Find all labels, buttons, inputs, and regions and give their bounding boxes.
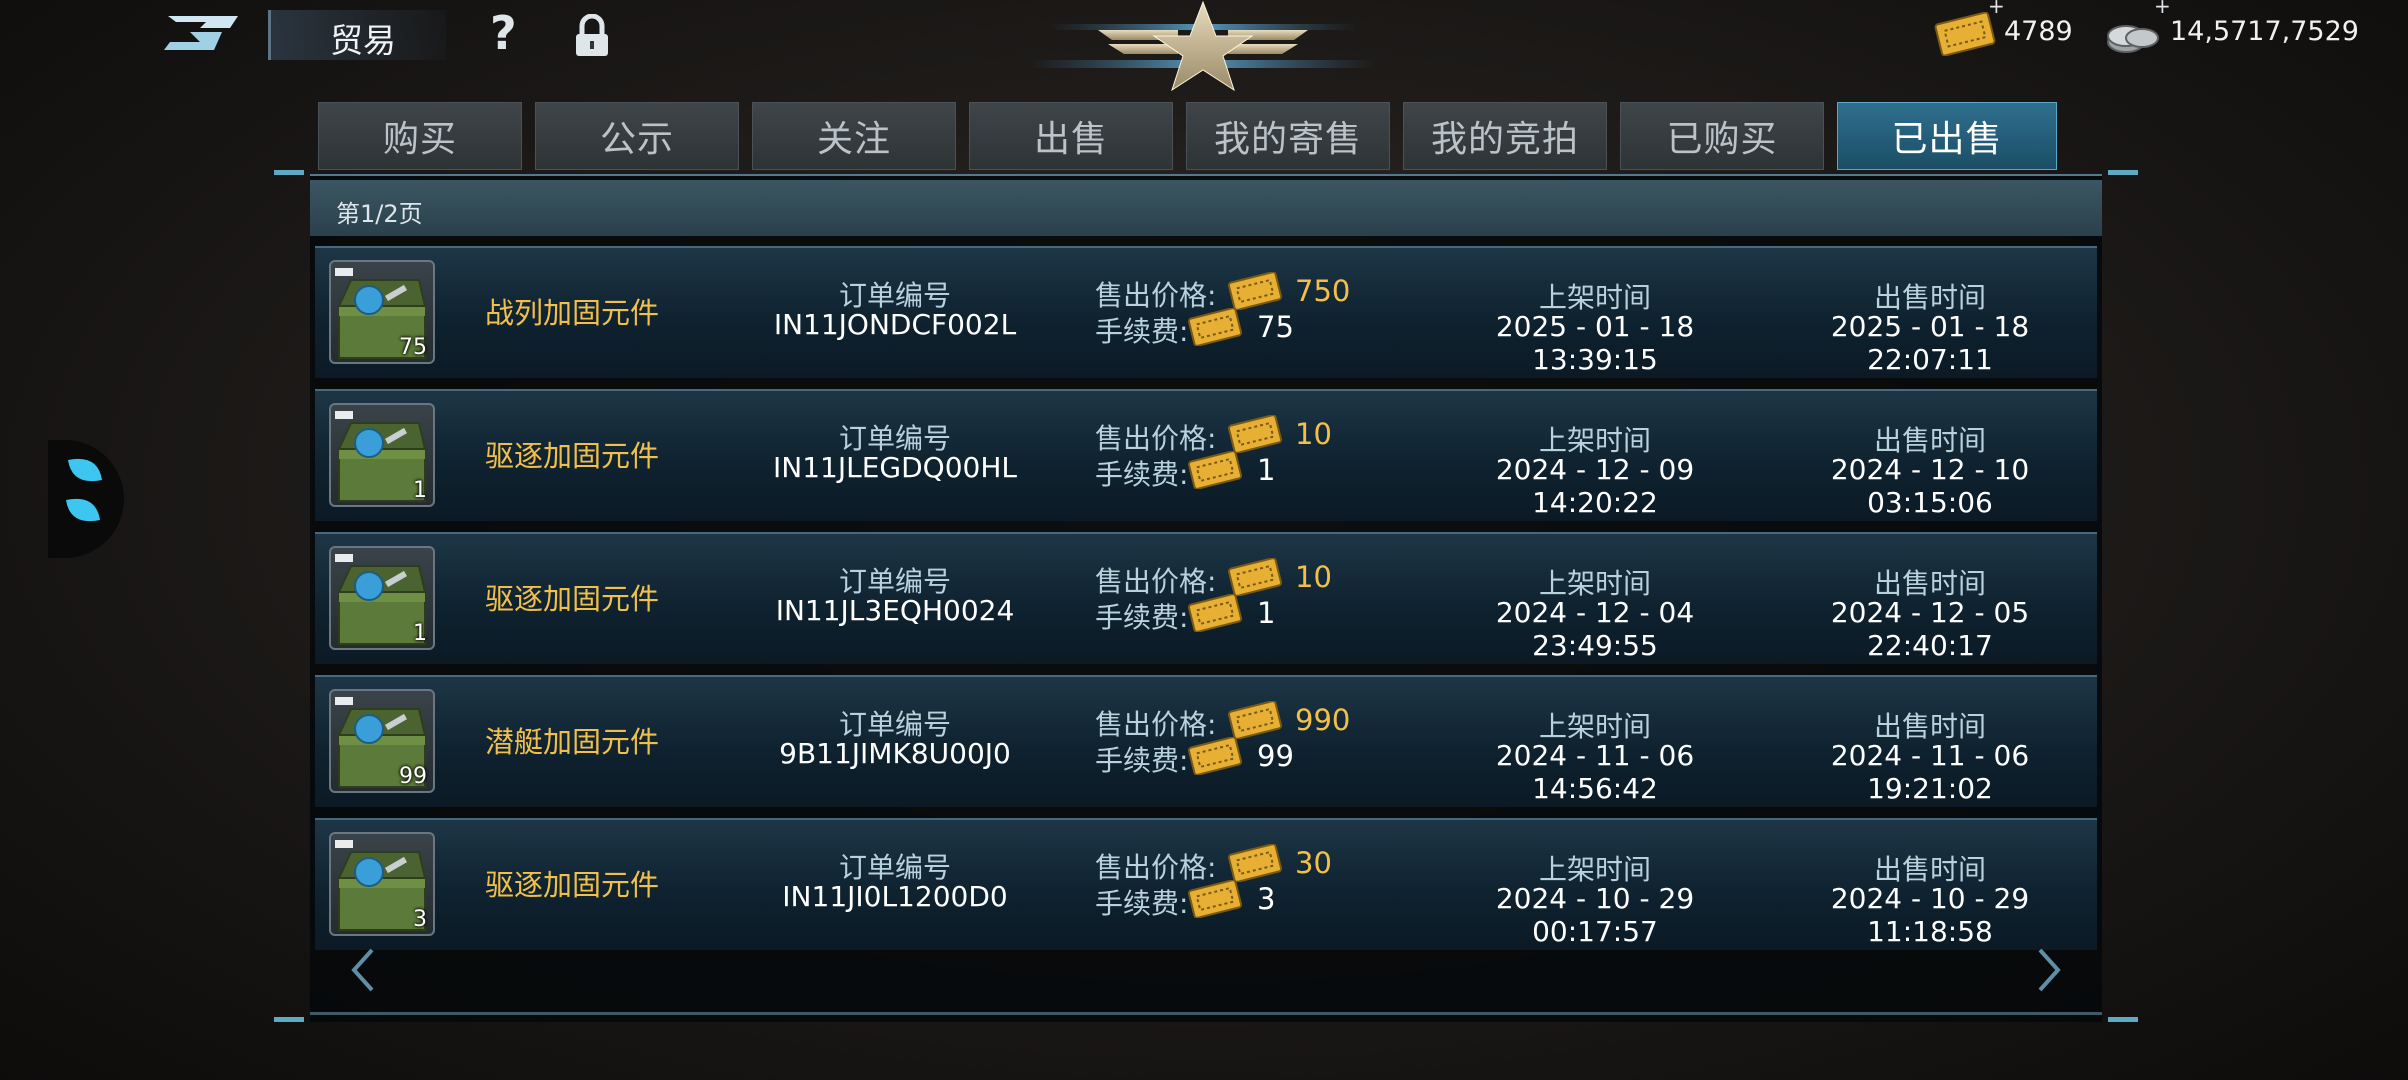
- ticket-icon: [1187, 880, 1243, 918]
- chevron-right-icon[interactable]: [2036, 946, 2062, 994]
- ticket-icon: [1227, 844, 1283, 882]
- item-thumbnail[interactable]: 99: [329, 689, 435, 793]
- listing-time: 2024 - 12 - 09 14:20:22: [1495, 453, 1695, 519]
- item-quantity: 1: [413, 478, 427, 503]
- tab-purchased[interactable]: 已购买: [1620, 102, 1824, 170]
- page-indicator: 第1/2页: [336, 200, 423, 228]
- sold-time: 2024 - 10 - 29 11:18:58: [1830, 882, 2030, 948]
- listing-time: 2024 - 11 - 06 14:56:42: [1495, 739, 1695, 805]
- sale-price: 10: [1295, 417, 1332, 451]
- ticket-icon: [1187, 451, 1243, 489]
- page-title: 贸易: [330, 21, 396, 60]
- sold-time: 2025 - 01 - 18 22:07:11: [1830, 310, 2030, 376]
- item-thumbnail[interactable]: 1: [329, 546, 435, 650]
- sale-price: 30: [1295, 846, 1332, 880]
- currency2-add-button[interactable]: +: [2154, 0, 2171, 18]
- question-icon[interactable]: ?: [490, 10, 517, 56]
- top-bar: 贸易 ? + 4789 + 14,5717,7529: [0, 0, 2408, 92]
- item-name: 驱逐加固元件: [485, 582, 660, 616]
- rank-emblem-icon: [1028, 0, 1378, 92]
- order-number: IN11JLEGDQ00HL: [773, 451, 1017, 484]
- order-number: IN11JL3EQH0024: [775, 594, 1015, 627]
- currency1-add-button[interactable]: +: [1988, 0, 2005, 18]
- silver-coins-icon: [2107, 25, 2159, 53]
- item-thumbnail[interactable]: 75: [329, 260, 435, 364]
- item-name: 驱逐加固元件: [485, 868, 660, 902]
- ticket-icon: [1934, 12, 1996, 56]
- fee-amount: 3: [1257, 882, 1276, 916]
- listing-time: 2024 - 12 - 04 23:49:55: [1495, 596, 1695, 662]
- ticket-icon: [1187, 308, 1243, 346]
- listing-time: 2025 - 01 - 18 13:39:15: [1495, 310, 1695, 376]
- listing-time: 2024 - 10 - 29 00:17:57: [1495, 882, 1695, 948]
- fee-label: 手续费:: [1095, 601, 1189, 634]
- side-badge-icon: [66, 458, 102, 522]
- sold-item-row[interactable]: 1 驱逐加固元件 订单编号 IN11JL3EQH0024 售出价格: 10 手续…: [315, 532, 2097, 664]
- ticket-icon: [1227, 272, 1283, 310]
- sold-item-row[interactable]: 1 驱逐加固元件 订单编号 IN11JLEGDQ00HL 售出价格: 10 手续…: [315, 389, 2097, 521]
- ticket-icon: [1187, 594, 1243, 632]
- ticket-icon: [1227, 558, 1283, 596]
- item-quantity: 99: [399, 764, 427, 789]
- side-activity-badge[interactable]: [48, 440, 124, 558]
- tab-sell[interactable]: 出售: [969, 102, 1173, 170]
- ticket-icon: [1187, 737, 1243, 775]
- item-name: 潜艇加固元件: [485, 725, 660, 759]
- sold-item-row[interactable]: 99 潜艇加固元件 订单编号 9B11JIMK8U00J0 售出价格: 990 …: [315, 675, 2097, 807]
- item-quantity: 3: [413, 907, 427, 932]
- fee-label: 手续费:: [1095, 458, 1189, 491]
- fee-amount: 1: [1257, 453, 1276, 487]
- sold-item-row[interactable]: 3 驱逐加固元件 订单编号 IN11JI0L1200D0 售出价格: 30 手续…: [315, 818, 2097, 950]
- game-logo-icon[interactable]: [160, 10, 244, 56]
- item-quantity: 75: [399, 335, 427, 360]
- fee-label: 手续费:: [1095, 744, 1189, 777]
- sold-item-row[interactable]: 75 战列加固元件 订单编号 IN11JONDCF002L 售出价格: 750 …: [315, 246, 2097, 378]
- tab-sold[interactable]: 已出售: [1837, 102, 2057, 170]
- panel-bottom-divider: [310, 1012, 2102, 1015]
- currency1-amount: 4789: [2004, 16, 2073, 47]
- chevron-left-icon[interactable]: [350, 946, 376, 994]
- page-header: 第1/2页: [310, 180, 2102, 236]
- sold-time: 2024 - 12 - 10 03:15:06: [1830, 453, 2030, 519]
- ticket-icon: [1227, 701, 1283, 739]
- fee-amount: 1: [1257, 596, 1276, 630]
- tab-public[interactable]: 公示: [535, 102, 739, 170]
- sold-time: 2024 - 11 - 06 19:21:02: [1830, 739, 2030, 805]
- panel-corner-mark: [274, 1017, 304, 1022]
- tab-my-consignment[interactable]: 我的寄售: [1186, 102, 1390, 170]
- order-number: IN11JI0L1200D0: [782, 880, 1008, 913]
- item-name: 战列加固元件: [485, 296, 660, 330]
- currency2-amount: 14,5717,7529: [2170, 16, 2359, 47]
- sale-price: 750: [1295, 274, 1351, 308]
- item-thumbnail[interactable]: 1: [329, 403, 435, 507]
- ticket-icon: [1227, 415, 1283, 453]
- item-quantity: 1: [413, 621, 427, 646]
- sale-price: 990: [1295, 703, 1351, 737]
- order-number: 9B11JIMK8U00J0: [779, 737, 1011, 770]
- sold-list-panel: 第1/2页 75 战列加固元件 订单编号 IN11JONDCF002L 售出价格…: [310, 174, 2102, 1022]
- item-thumbnail[interactable]: 3: [329, 832, 435, 936]
- fee-amount: 75: [1257, 310, 1294, 344]
- lock-icon[interactable]: [572, 14, 612, 58]
- tab-buy[interactable]: 购买: [318, 102, 522, 170]
- tab-follow[interactable]: 关注: [752, 102, 956, 170]
- panel-corner-mark: [2108, 170, 2138, 175]
- order-number: IN11JONDCF002L: [773, 308, 1017, 341]
- fee-label: 手续费:: [1095, 315, 1189, 348]
- item-name: 驱逐加固元件: [485, 439, 660, 473]
- tab-my-bids[interactable]: 我的竞拍: [1403, 102, 1607, 170]
- sale-price: 10: [1295, 560, 1332, 594]
- panel-corner-mark: [274, 170, 304, 175]
- panel-corner-mark: [2108, 1017, 2138, 1022]
- fee-amount: 99: [1257, 739, 1294, 773]
- fee-label: 手续费:: [1095, 887, 1189, 920]
- sold-time: 2024 - 12 - 05 22:40:17: [1830, 596, 2030, 662]
